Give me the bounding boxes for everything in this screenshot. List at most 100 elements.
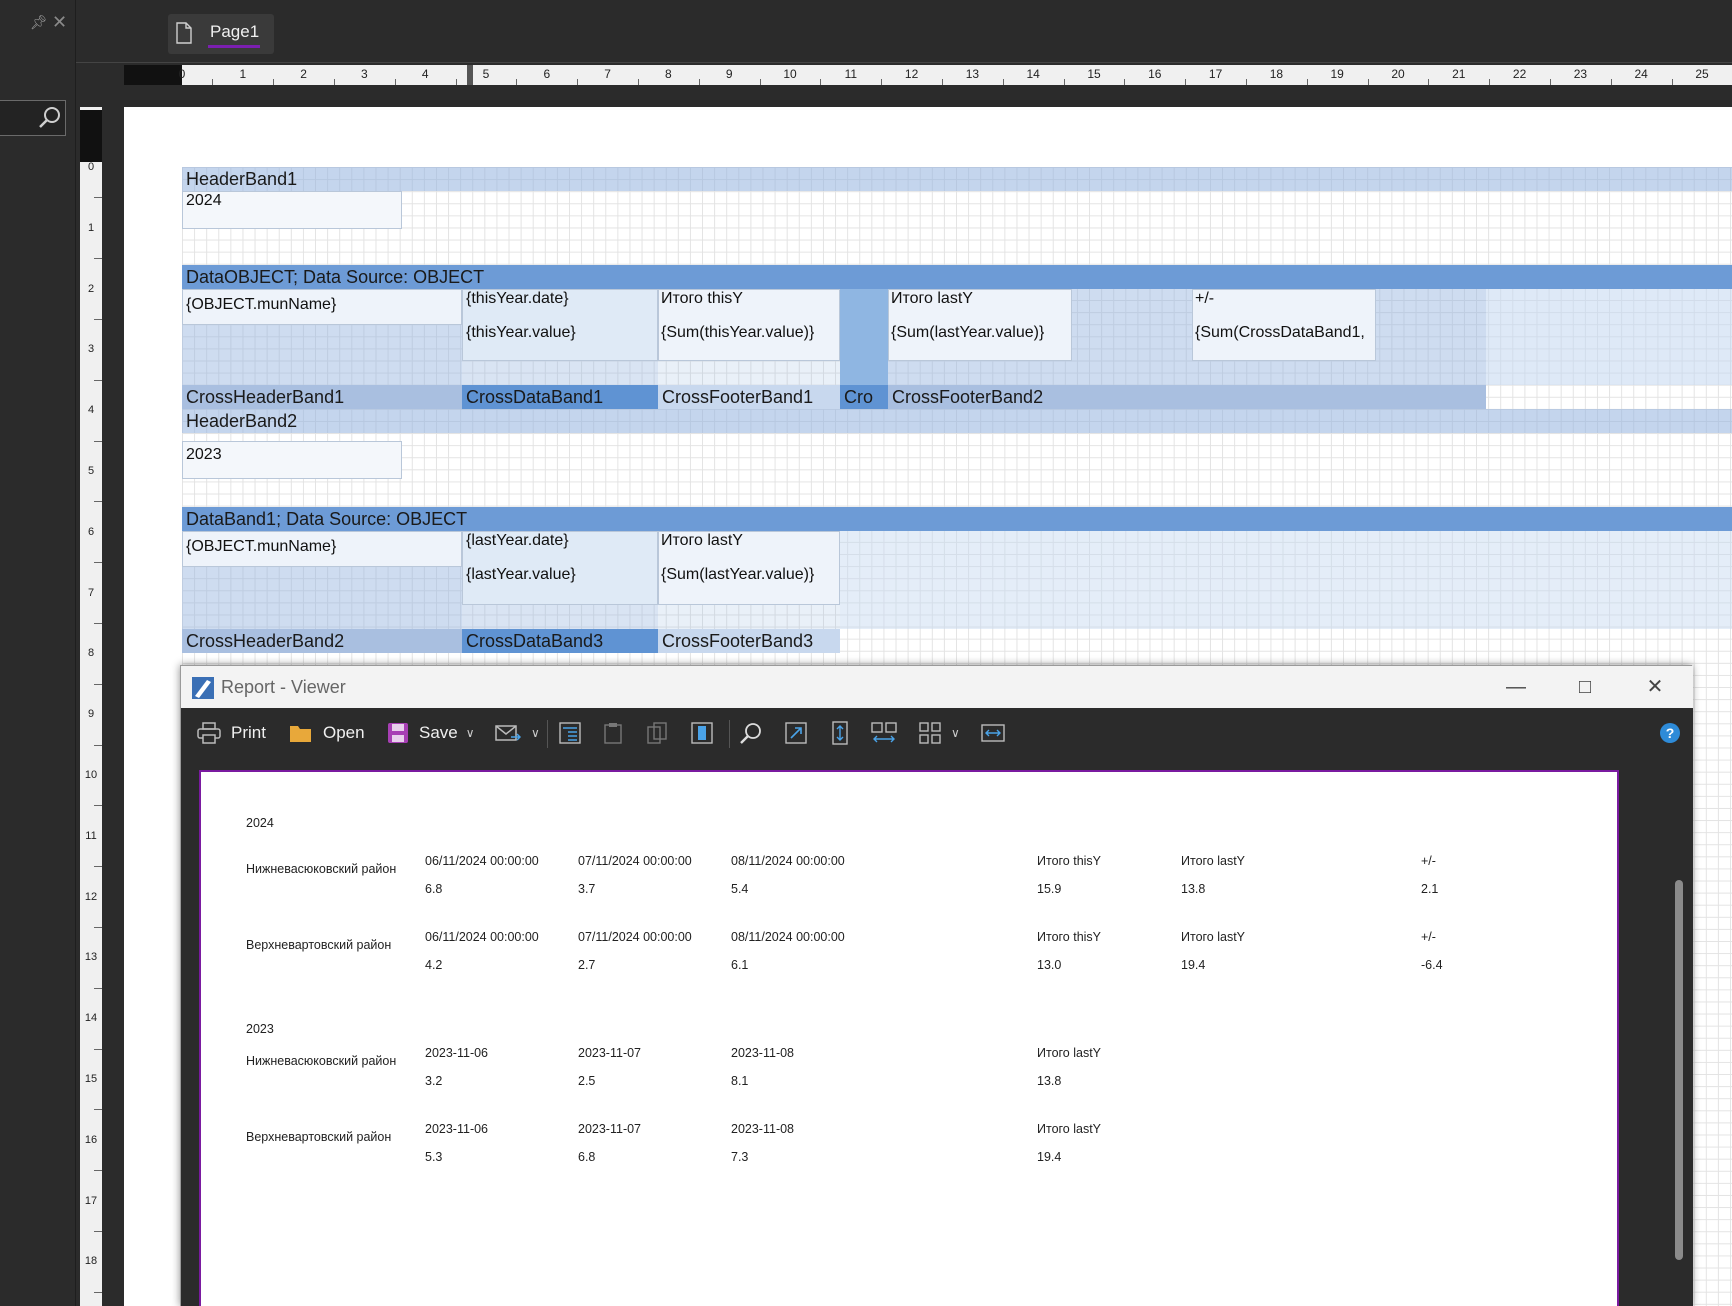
- crossdataband3-title[interactable]: CrossDataBand3: [462, 629, 658, 653]
- find-button[interactable]: [739, 720, 773, 746]
- chevron-down-icon[interactable]: ∨: [531, 726, 540, 740]
- crossfooterband2-title[interactable]: CrossFooterBand2: [888, 385, 1486, 409]
- crossfooterband1-title[interactable]: CrossFooterBand1: [658, 385, 840, 409]
- report-row-name: Верхневартовский район: [246, 938, 392, 952]
- open-label: Open: [323, 723, 365, 742]
- bookmarks-button[interactable]: [559, 720, 591, 746]
- viewer-content[interactable]: 2024 Нижневасюковский район 06/11/2024 00:…: [181, 758, 1693, 1306]
- ruler-marker[interactable]: [467, 65, 473, 85]
- ruler-tick-label: 20: [1391, 67, 1405, 81]
- last-date-text: {lastYear.date}: [466, 532, 569, 549]
- databand1-title[interactable]: DataBand1; Data Source: OBJECT: [182, 507, 1732, 531]
- headerband1-title[interactable]: HeaderBand1: [182, 167, 1732, 191]
- report-itogo-last-value: 13.8: [1181, 882, 1206, 896]
- ruler-tick: [820, 79, 822, 85]
- ruler-tick: [1610, 79, 1612, 85]
- thisyear-cell[interactable]: {thisYear.date} {thisYear.value}: [462, 289, 658, 361]
- itogo-last-cell-2[interactable]: Итого lastY {Sum(lastYear.value)}: [658, 531, 840, 605]
- chevron-down-icon[interactable]: ∨: [951, 726, 960, 740]
- clipboard-icon: [604, 723, 622, 744]
- crossdataband1-title[interactable]: CrossDataBand1: [462, 385, 658, 409]
- ruler-tick-label: 16: [1148, 67, 1162, 81]
- band-extension: [1486, 289, 1732, 385]
- ruler-tick-label: 9: [725, 67, 733, 81]
- search-input[interactable]: [0, 100, 66, 136]
- ruler-tick: [94, 379, 102, 381]
- pin-icon[interactable]: 📌︎: [30, 14, 48, 31]
- printer-icon: [197, 722, 221, 744]
- paste-button[interactable]: [603, 720, 633, 746]
- headerband1-strip[interactable]: HeaderBand1: [182, 167, 1732, 191]
- plusminus-text: +/-: [1195, 290, 1215, 307]
- year2-text: 2023: [186, 446, 222, 463]
- chevron-down-icon[interactable]: ∨: [466, 726, 475, 740]
- munname1-text: {OBJECT.munName}: [186, 296, 337, 313]
- band-extension-2: [840, 531, 1732, 629]
- munname2-textbox[interactable]: {OBJECT.munName}: [182, 531, 462, 567]
- close-panel-icon[interactable]: ✕: [52, 12, 67, 33]
- crossfooterband3-title[interactable]: CrossFooterBand3: [658, 629, 840, 653]
- ruler-tick-label: 15: [1087, 67, 1101, 81]
- report-date-cell: 2023-11-07: [578, 1046, 642, 1060]
- search-icon[interactable]: [37, 105, 63, 131]
- fullscreen-button[interactable]: [785, 720, 817, 746]
- print-button[interactable]: Print: [197, 720, 266, 746]
- send-email-button[interactable]: ∨: [495, 720, 540, 746]
- page-width-button[interactable]: [981, 720, 1015, 746]
- cro-area[interactable]: [840, 289, 888, 385]
- ruler-tick: [94, 258, 102, 260]
- help-button[interactable]: ?: [1659, 720, 1691, 746]
- save-button[interactable]: Save ∨: [387, 720, 475, 746]
- munname1-textbox[interactable]: {OBJECT.munName}: [182, 289, 462, 325]
- dataobject-band-title[interactable]: DataOBJECT; Data Source: OBJECT: [182, 265, 1732, 289]
- viewer-titlebar[interactable]: Report - Viewer — □ ✕: [181, 666, 1693, 708]
- ruler-tick: [759, 79, 761, 85]
- copy-button[interactable]: [647, 720, 677, 746]
- crossheaderband1-title[interactable]: CrossHeaderBand1: [182, 385, 462, 409]
- itogo-last-cell-1[interactable]: Итого lastY {Sum(lastYear.value)}: [888, 289, 1072, 361]
- ruler-tick-label: 4: [87, 404, 95, 417]
- thumbnails-button[interactable]: [691, 720, 723, 746]
- horizontal-ruler[interactable]: 0 1 2 3 4 5 6 7 8 9 10 11 12 13 14 15 16 17 18 19 20 21 22 23 24…: [124, 65, 1732, 85]
- two-pages-button[interactable]: [871, 720, 907, 746]
- multipage-button[interactable]: ∨: [919, 720, 960, 746]
- plusminus-cell[interactable]: +/- {Sum(CrossDataBand1,: [1192, 289, 1376, 361]
- ruler-tick-label: 0: [178, 67, 186, 81]
- ruler-tick-label: 11: [844, 67, 858, 81]
- ruler-tick: [1489, 79, 1491, 85]
- vertical-ruler[interactable]: 0 1 2 3 4 5 6 7 8 9 10 11 12 13 14 15 16 17 18: [80, 107, 102, 1306]
- itogo-this-cell[interactable]: Итого thisY {Sum(thisYear.value)}: [658, 289, 840, 361]
- cro-title[interactable]: Cro: [840, 385, 888, 409]
- close-button[interactable]: ✕: [1632, 672, 1678, 702]
- maximize-button[interactable]: □: [1562, 672, 1608, 702]
- page-height-button[interactable]: [831, 720, 859, 746]
- report-itogo-last-label: Итого lastY: [1181, 930, 1246, 944]
- minimize-button[interactable]: —: [1493, 672, 1539, 702]
- ruler-tick: [1185, 79, 1187, 85]
- ruler-tick: [334, 79, 335, 85]
- ruler-tick: [212, 79, 214, 85]
- report-row-name: Верхневартовский район: [246, 1130, 392, 1144]
- copy-icon: [647, 722, 667, 744]
- ruler-tick-label: 1: [87, 221, 95, 234]
- ruler-tick-label: 25: [1695, 67, 1709, 81]
- vertical-scrollbar[interactable]: [1675, 880, 1683, 1260]
- sum-last-text-2: {Sum(lastYear.value)}: [661, 566, 815, 583]
- year2-textbox[interactable]: 2023: [182, 441, 402, 479]
- document-tabstrip: Page1: [76, 0, 1732, 62]
- headerband2-title[interactable]: HeaderBand2: [182, 409, 1732, 433]
- thumbnails-icon: [691, 722, 713, 744]
- report-viewer-window[interactable]: Report - Viewer — □ ✕ Print Open Save ∨ …: [180, 665, 1693, 1306]
- ruler-tick: [94, 440, 102, 442]
- crossheaderband2-title[interactable]: CrossHeaderBand2: [182, 629, 462, 653]
- report-itogo-last-value: 19.4: [1181, 958, 1206, 972]
- lastyear-cell[interactable]: {lastYear.date} {lastYear.value}: [462, 531, 658, 605]
- print-label: Print: [231, 723, 266, 742]
- itogo-this-text: Итого thisY: [661, 290, 743, 307]
- ruler-tick-label: 2: [87, 282, 95, 295]
- open-button[interactable]: Open: [289, 720, 365, 746]
- toolbar-separator: [729, 720, 730, 748]
- year1-textbox[interactable]: 2024: [182, 191, 402, 229]
- fullscreen-icon: [785, 722, 807, 744]
- tab-page1[interactable]: Page1: [168, 14, 274, 54]
